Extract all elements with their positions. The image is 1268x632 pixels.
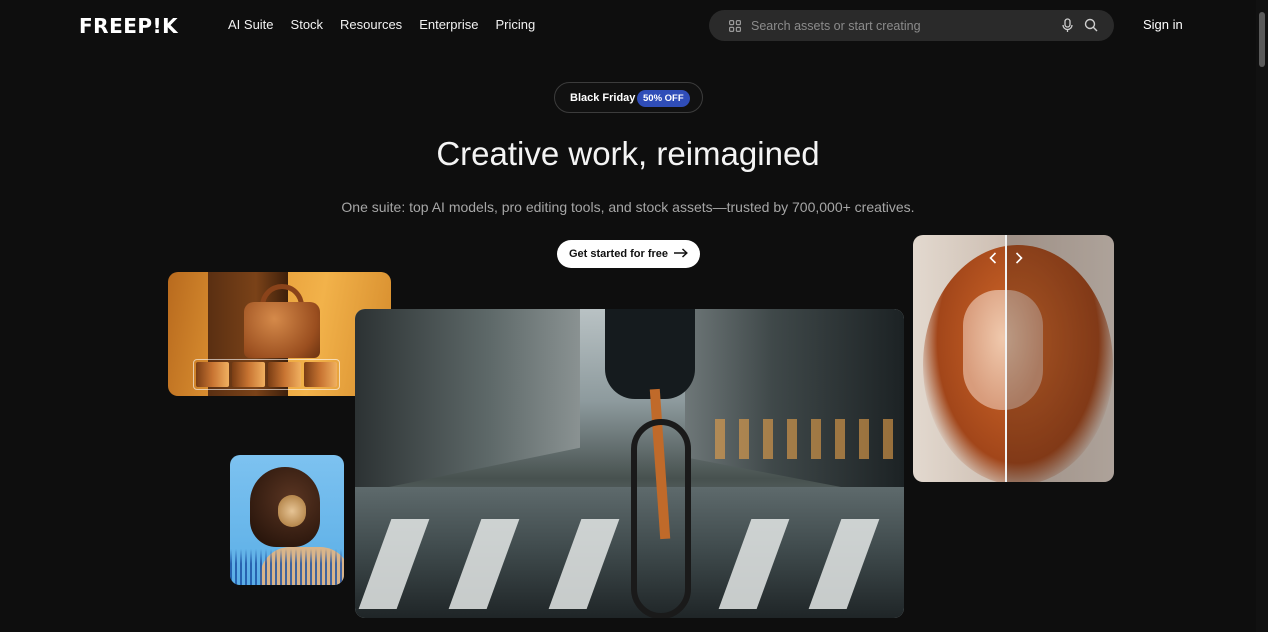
nav-resources[interactable]: Resources <box>340 17 402 32</box>
bike-wheel <box>631 419 691 618</box>
compare-after-side <box>1005 235 1114 482</box>
microphone-icon[interactable] <box>1061 18 1074 38</box>
grid-icon[interactable] <box>729 19 742 37</box>
freepik-logo[interactable]: FREEP!K <box>79 14 178 38</box>
sign-in-link[interactable]: Sign in <box>1143 17 1183 32</box>
arrow-right-icon <box>674 247 688 261</box>
nav-stock[interactable]: Stock <box>291 17 324 32</box>
search-bar[interactable] <box>709 10 1114 41</box>
buildings-right <box>685 309 904 499</box>
waveform-icon <box>230 549 344 585</box>
hero-headline: Creative work, reimagined <box>436 135 820 172</box>
page-scrollbar[interactable] <box>1256 0 1268 632</box>
thumbnail[interactable] <box>268 362 301 387</box>
thumbnail[interactable] <box>304 362 337 387</box>
scrollbar-thumb[interactable] <box>1259 12 1265 67</box>
get-started-button[interactable]: Get started for free <box>557 240 700 268</box>
compare-arrows[interactable] <box>989 251 1023 267</box>
headphones-icon <box>278 495 306 527</box>
cyclist <box>605 309 695 399</box>
street-lights <box>715 419 895 459</box>
nav-enterprise[interactable]: Enterprise <box>419 17 478 32</box>
buildings-left <box>355 309 580 494</box>
thumbnail[interactable] <box>196 362 229 387</box>
search-input[interactable] <box>751 10 1051 41</box>
thumbnail[interactable] <box>232 362 265 387</box>
portrait-compare-card <box>913 235 1114 482</box>
chevron-left-icon[interactable] <box>989 251 997 267</box>
site-header: FREEP!K AI Suite Stock Resources Enterpr… <box>0 0 1268 50</box>
audio-media-card <box>230 455 344 585</box>
cta-label: Get started for free <box>568 248 669 260</box>
search-icon[interactable] <box>1084 18 1098 37</box>
cyclist-video-card <box>355 309 904 618</box>
compare-slider-handle[interactable] <box>1005 235 1007 482</box>
discount-badge: 50% OFF <box>637 90 690 107</box>
variation-thumbnails <box>193 359 340 390</box>
hero-subhead: One suite: top AI models, pro editing to… <box>341 199 915 215</box>
handbag-image <box>244 302 320 358</box>
nav-ai-suite[interactable]: AI Suite <box>228 17 274 32</box>
nav-pricing[interactable]: Pricing <box>495 17 535 32</box>
promo-label: Black Friday <box>570 92 636 104</box>
main-nav: AI Suite Stock Resources Enterprise Pric… <box>228 17 552 32</box>
black-friday-promo[interactable]: Black Friday 50% OFF <box>554 82 703 113</box>
chevron-right-icon[interactable] <box>1015 251 1023 267</box>
